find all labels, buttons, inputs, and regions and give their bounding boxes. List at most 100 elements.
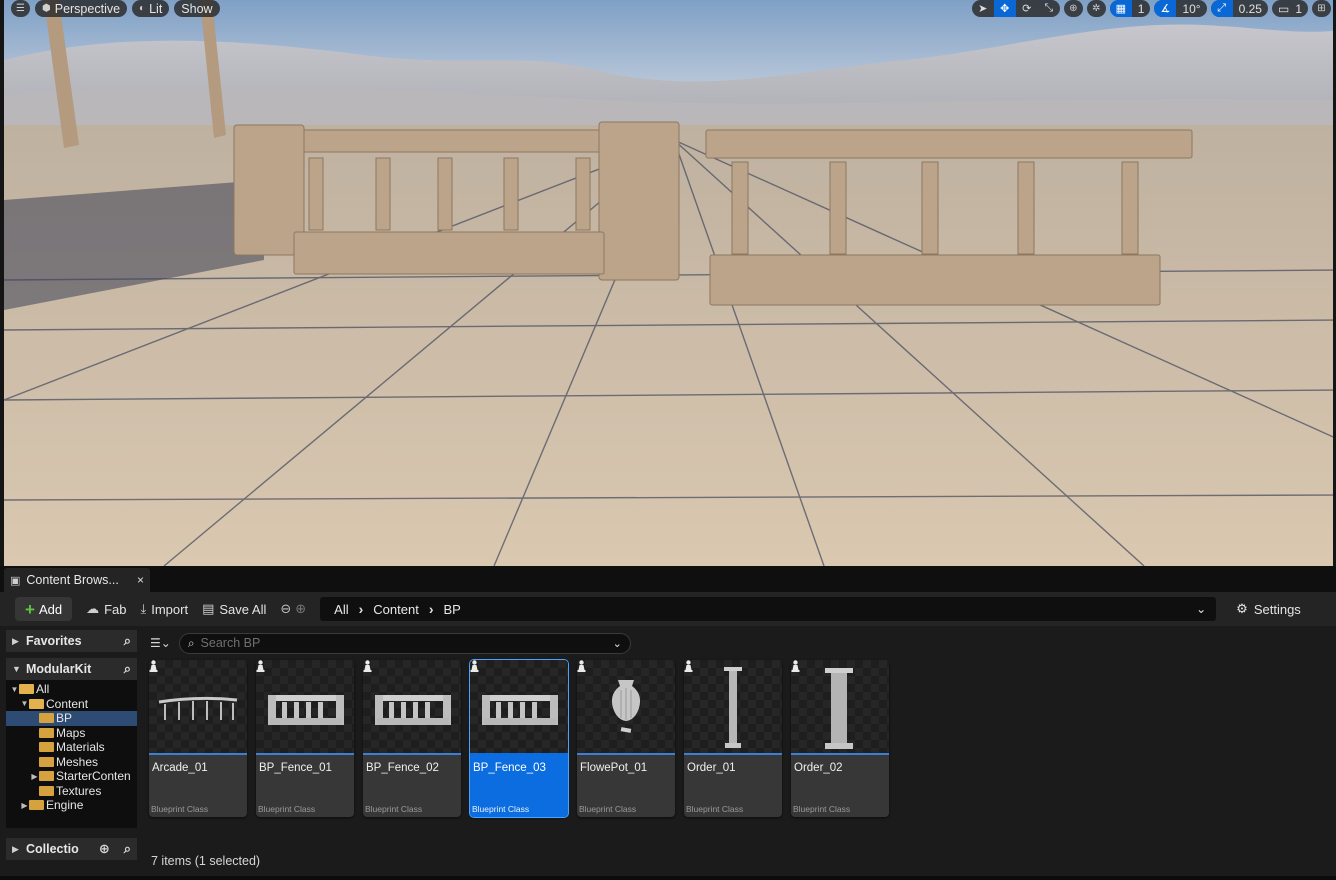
transform-tools: ➤ ✥ ⟳ ⤡: [971, 0, 1060, 17]
forward-arrow-icon[interactable]: ⊕: [295, 601, 306, 617]
asset-tile[interactable]: BP_Fence_02 Blueprint Class: [363, 660, 461, 817]
tree-item-label: Engine: [46, 798, 84, 813]
tree-item[interactable]: Meshes: [6, 755, 137, 770]
add-collection-icon[interactable]: ⊕: [99, 841, 110, 857]
import-button[interactable]: ⤓ Import: [140, 601, 188, 617]
asset-thumbnail: [363, 660, 461, 755]
collections-header[interactable]: ▶ Collectio ⊕ ⌕: [6, 838, 137, 860]
asset-tile[interactable]: Order_01 Blueprint Class: [684, 660, 782, 817]
content-browser-icon: ▣: [10, 574, 21, 587]
chevron-down-icon[interactable]: ⌄: [613, 637, 622, 650]
blueprint-actor-icon: [363, 660, 372, 672]
gear-icon: ⚙: [1236, 601, 1248, 616]
perspective-button[interactable]: ⬢ Perspective: [35, 0, 128, 17]
rotation-snap-control[interactable]: ∡ 10°: [1154, 0, 1207, 17]
grid-icon[interactable]: ▦: [1109, 0, 1132, 17]
chevron-down-icon[interactable]: ▼: [10, 685, 19, 694]
tree-item[interactable]: ▶ Engine: [6, 798, 137, 813]
scale-snap-control[interactable]: ⤢ 0.25: [1210, 0, 1268, 17]
lit-sphere-icon: ◐: [139, 3, 146, 14]
rotate-tool-icon[interactable]: ⟳: [1016, 0, 1038, 17]
tab-content-browser[interactable]: ▣ Content Brows... ×: [4, 568, 150, 592]
blueprint-actor-icon: [684, 660, 693, 672]
search-input[interactable]: ⌕ Search BP ⌄: [178, 632, 631, 654]
breadcrumb[interactable]: All › Content › BP ⌄: [320, 597, 1217, 621]
viewport-menu-button[interactable]: ☰: [11, 0, 30, 17]
translate-tool-icon[interactable]: ✥: [993, 0, 1016, 17]
grid-snap-control[interactable]: ▦ 1: [1109, 0, 1151, 17]
search-icon[interactable]: ⌕: [124, 661, 131, 677]
tree-item[interactable]: Materials: [6, 740, 137, 755]
chevron-right-icon[interactable]: ▶: [30, 772, 39, 781]
folder-icon: [39, 713, 54, 724]
scale-snap-icon[interactable]: ⤢: [1210, 0, 1233, 17]
favorites-header[interactable]: ▶ Favorites ⌕: [6, 630, 137, 652]
globe-icon: ⊕: [1069, 3, 1078, 14]
lit-button[interactable]: ◐ Lit: [132, 0, 170, 17]
asset-tile[interactable]: BP_Fence_03 Blueprint Class: [469, 659, 569, 818]
asset-name: BP_Fence_03: [473, 762, 546, 774]
asset-name: BP_Fence_02: [366, 762, 439, 774]
chevron-down-icon[interactable]: ▼: [12, 664, 21, 674]
asset-tile[interactable]: BP_Fence_01 Blueprint Class: [256, 660, 354, 817]
world-space-button[interactable]: ⊕: [1063, 0, 1083, 17]
save-all-button[interactable]: ▤ Save All: [202, 601, 266, 617]
hamburger-icon: ☰: [16, 3, 25, 14]
asset-tile[interactable]: Arcade_01 Blueprint Class: [149, 660, 247, 817]
chevron-right-icon[interactable]: ▶: [12, 636, 20, 647]
cube-icon: ⬢: [42, 3, 51, 14]
tree-item-label: Meshes: [56, 754, 99, 769]
select-tool-icon[interactable]: ➤: [972, 0, 994, 17]
chevron-down-icon[interactable]: ▼: [20, 699, 29, 708]
tree-item-label: All: [36, 682, 50, 697]
breadcrumb-item[interactable]: BP: [444, 602, 461, 617]
folder-open-icon: [19, 684, 34, 695]
asset-type: Blueprint Class: [365, 804, 423, 814]
search-icon[interactable]: ⌕: [124, 841, 131, 857]
tree-item-label: Textures: [56, 783, 102, 798]
folder-icon: [39, 756, 54, 767]
breadcrumb-item[interactable]: All: [334, 602, 348, 617]
scale-tool-icon[interactable]: ⤡: [1038, 0, 1060, 17]
asset-type: Blueprint Class: [151, 804, 209, 814]
tree-item-label: Maps: [56, 725, 86, 740]
asset-thumbnail: [684, 660, 782, 755]
show-button[interactable]: Show: [174, 0, 220, 17]
close-icon[interactable]: ×: [137, 573, 144, 587]
camera-speed-control[interactable]: ▭ 1: [1271, 0, 1308, 17]
asset-type: Blueprint Class: [579, 804, 637, 814]
filter-icon[interactable]: ☰⌄: [150, 636, 171, 650]
tree-item[interactable]: Textures: [6, 784, 137, 799]
asset-tile[interactable]: FlowePot_01 Blueprint Class: [577, 660, 675, 817]
search-icon[interactable]: ⌕: [124, 633, 131, 649]
back-arrow-icon[interactable]: ⊖: [280, 601, 291, 617]
asset-type: Blueprint Class: [258, 804, 316, 814]
tree-item[interactable]: Maps: [6, 726, 137, 741]
asset-name: BP_Fence_01: [259, 762, 332, 774]
asset-thumbnail: [149, 660, 247, 755]
project-header[interactable]: ▼ ModularKit ⌕: [6, 658, 137, 680]
chevron-right-icon[interactable]: ▶: [20, 801, 29, 810]
add-button[interactable]: + Add: [15, 597, 73, 621]
tree-item[interactable]: ▼ All: [6, 682, 137, 697]
tree-item[interactable]: ▶ StarterConten: [6, 769, 137, 784]
breadcrumb-item[interactable]: Content: [373, 602, 419, 617]
save-icon: ▤: [202, 601, 215, 616]
chevron-right-icon[interactable]: ▶: [12, 844, 20, 855]
settings-button[interactable]: ⚙ Settings: [1236, 601, 1301, 617]
asset-grid: Arcade_01 Blueprint Class BP_Fence_01 Bluep…: [149, 659, 889, 818]
folder-icon: [39, 742, 54, 753]
tree-item[interactable]: ▼ Content: [6, 697, 137, 712]
level-viewport[interactable]: ☰ ⬢ Perspective ◐ Lit Show ➤ ✥ ⟳ ⤡ ⊕ ✲ ▦ 1…: [0, 0, 1336, 566]
viewport-layout-button[interactable]: ⊞: [1312, 0, 1331, 17]
angle-icon[interactable]: ∡: [1154, 0, 1177, 17]
blueprint-actor-icon: [791, 660, 800, 672]
fab-button[interactable]: ☁ Fab: [86, 601, 126, 617]
surface-snap-button[interactable]: ✲: [1086, 0, 1106, 17]
bottom-border: [0, 876, 1336, 880]
chevron-down-icon[interactable]: ⌄: [1196, 602, 1206, 616]
tree-item[interactable]: BP: [6, 711, 137, 726]
folder-icon: [39, 785, 54, 796]
blueprint-actor-icon: [256, 660, 265, 672]
asset-tile[interactable]: Order_02 Blueprint Class: [791, 660, 889, 817]
